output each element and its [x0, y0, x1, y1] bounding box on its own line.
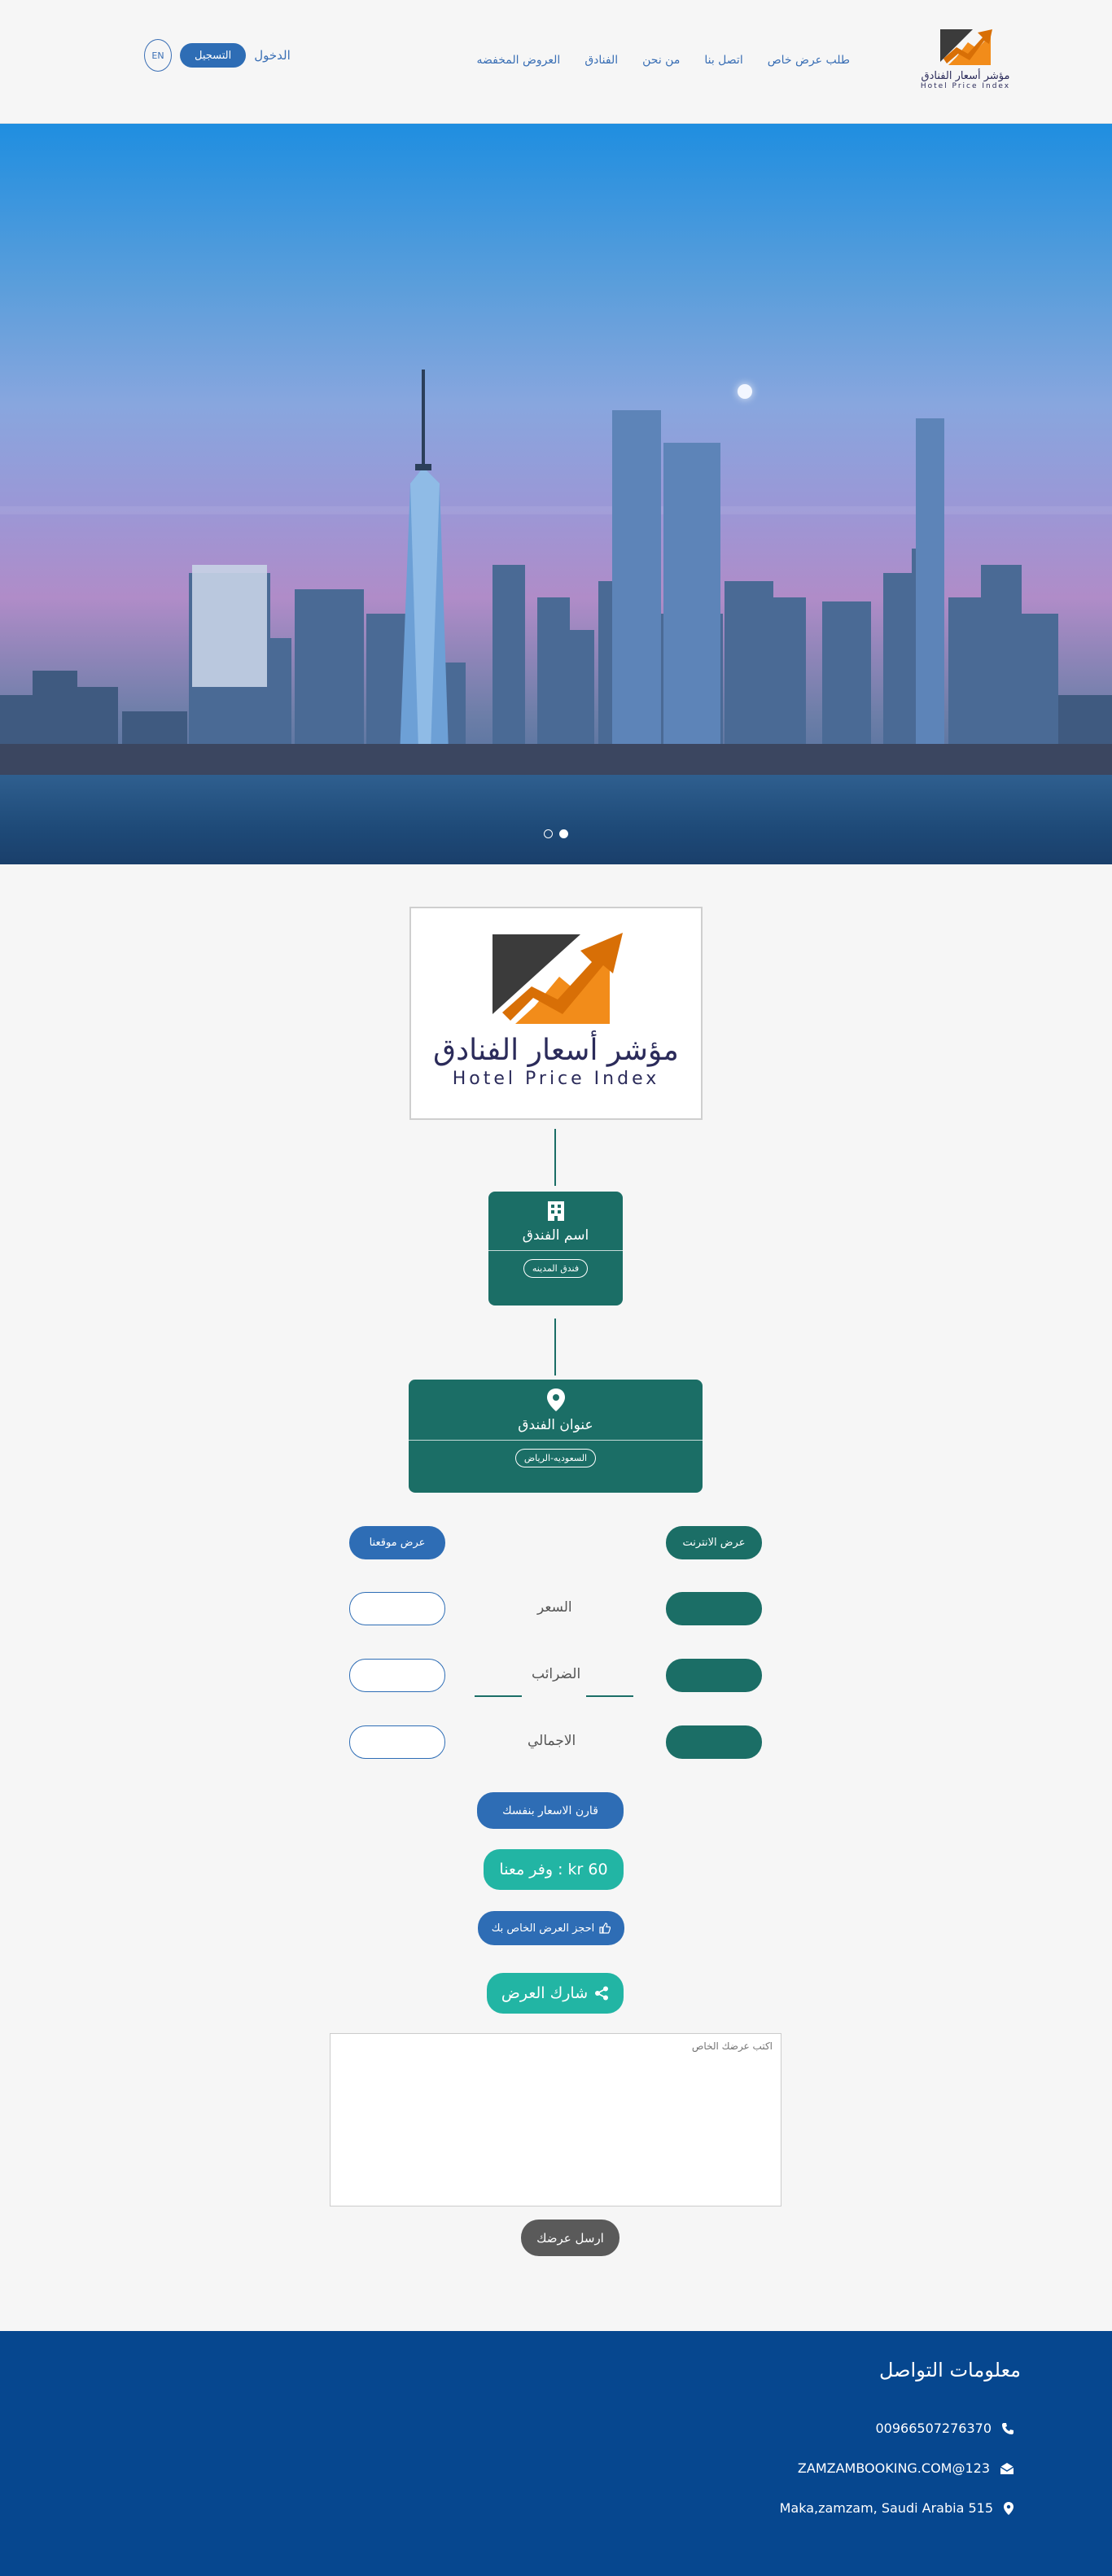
our-price-value [349, 1592, 445, 1625]
hotel-address-value: السعوديه-الرياض [514, 1449, 597, 1467]
water-area [0, 775, 1112, 864]
menu-item-contact[interactable]: اتصل بنا [704, 54, 742, 67]
connector-line [554, 1319, 556, 1375]
phone-icon [1002, 2422, 1013, 2434]
logo-chart-icon [493, 933, 623, 1024]
hotel-name-value: فندق المدينه [523, 1259, 589, 1278]
divider [409, 1440, 703, 1441]
compare-prices-button[interactable]: قارن الاسعار بنفسك [477, 1792, 624, 1829]
envelope-icon [1000, 2462, 1014, 2474]
main-content: مؤشر أسعار الفنادق Hotel Price Index اسم… [0, 864, 1112, 2331]
our-total-value [349, 1725, 445, 1759]
book-offer-button[interactable]: احجز العرض الخاص بك [478, 1911, 624, 1945]
connector-line [554, 1129, 556, 1186]
slider-dot-2[interactable] [559, 829, 568, 838]
menu-item-special-offer-request[interactable]: طلب عرض خاص [768, 54, 850, 67]
register-button[interactable]: التسجيل [180, 43, 247, 68]
building-icon [547, 1201, 564, 1221]
book-offer-label: احجز العرض الخاص بك [491, 1922, 595, 1935]
login-link[interactable]: الدخول [254, 48, 291, 63]
menu-item-discounted-offers[interactable]: العروض المخفضه [477, 54, 561, 67]
taxes-line-right [586, 1695, 633, 1697]
our-taxes-value [349, 1659, 445, 1692]
logo-arabic-text: مؤشر أسعار الفنادق [921, 70, 1010, 82]
our-site-offer-button[interactable]: عرض موقعنا [349, 1526, 445, 1559]
internet-price-value [666, 1592, 762, 1625]
divider [488, 1250, 623, 1251]
contact-address-row: Maka,zamzam, Saudi Arabia 515 [780, 2500, 1014, 2516]
taxes-line-left [475, 1695, 522, 1697]
hotel-price-index-logo: مؤشر أسعار الفنادق Hotel Price Index [409, 907, 703, 1120]
logo-english-text: Hotel Price Index [452, 1069, 660, 1089]
internet-taxes-value [666, 1659, 762, 1692]
logo-english-text: Hotel Price Index [920, 82, 1011, 90]
hero-slider [0, 124, 1112, 864]
menu-item-about[interactable]: من نحن [642, 54, 680, 67]
phone-number[interactable]: 00966507276370 [875, 2421, 992, 2436]
share-icon [595, 1986, 609, 2001]
main-menu: العروض المخفضه الفنادق من نحن اتصل بنا ط… [477, 54, 850, 67]
contact-info-title: معلومات التواصل [878, 2359, 1021, 2381]
location-pin-icon [546, 1389, 565, 1411]
share-offer-label: شارك العرض [501, 1984, 589, 2002]
save-with-us-button[interactable]: وفر معنا : kr 60 [484, 1849, 624, 1890]
internet-offer-button[interactable]: عرض الانترنت [666, 1526, 762, 1559]
hotel-name-card: اسم الفندق فندق المدينه [488, 1192, 623, 1305]
hotel-address-card: عنوان الفندق السعوديه-الرياض [409, 1380, 703, 1493]
send-offer-button[interactable]: ارسل عرضك [521, 2220, 619, 2256]
hotel-name-title: اسم الفندق [522, 1227, 589, 1244]
email-address[interactable]: ZAMZAMBOOKING.COM@123 [798, 2460, 990, 2476]
language-toggle-button[interactable]: EN [144, 39, 172, 72]
auth-area: EN التسجيل الدخول [144, 39, 291, 72]
total-label: الاجمالي [528, 1733, 576, 1749]
contact-phone-row: 00966507276370 [875, 2421, 1014, 2436]
city-skyline-image [0, 370, 1112, 776]
logo-chart-icon [940, 29, 992, 65]
postal-address: Maka,zamzam, Saudi Arabia 515 [779, 2500, 993, 2516]
thumbs-up-icon [599, 1922, 611, 1934]
taxes-label: الضرائب [532, 1666, 581, 1682]
menu-item-hotels[interactable]: الفنادق [584, 54, 618, 67]
footer: معلومات التواصل 00966507276370 ZAMZAMBOO… [0, 2331, 1112, 2576]
hotel-address-title: عنوان الفندق [518, 1417, 593, 1433]
price-label: السعر [537, 1599, 572, 1616]
special-offer-textarea[interactable] [330, 2033, 781, 2206]
slider-dots [0, 829, 1112, 838]
map-marker-icon [1004, 2501, 1013, 2515]
navbar: مؤشر أسعار الفنادق Hotel Price Index الع… [0, 0, 1112, 124]
logo-arabic-text: مؤشر أسعار الفنادق [433, 1034, 679, 1067]
share-offer-button[interactable]: شارك العرض [487, 1973, 624, 2014]
slider-dot-1[interactable] [544, 829, 553, 838]
site-logo[interactable]: مؤشر أسعار الفنادق Hotel Price Index [913, 26, 1018, 99]
internet-total-value [666, 1725, 762, 1759]
contact-email-row: ZAMZAMBOOKING.COM@123 [798, 2460, 1014, 2476]
